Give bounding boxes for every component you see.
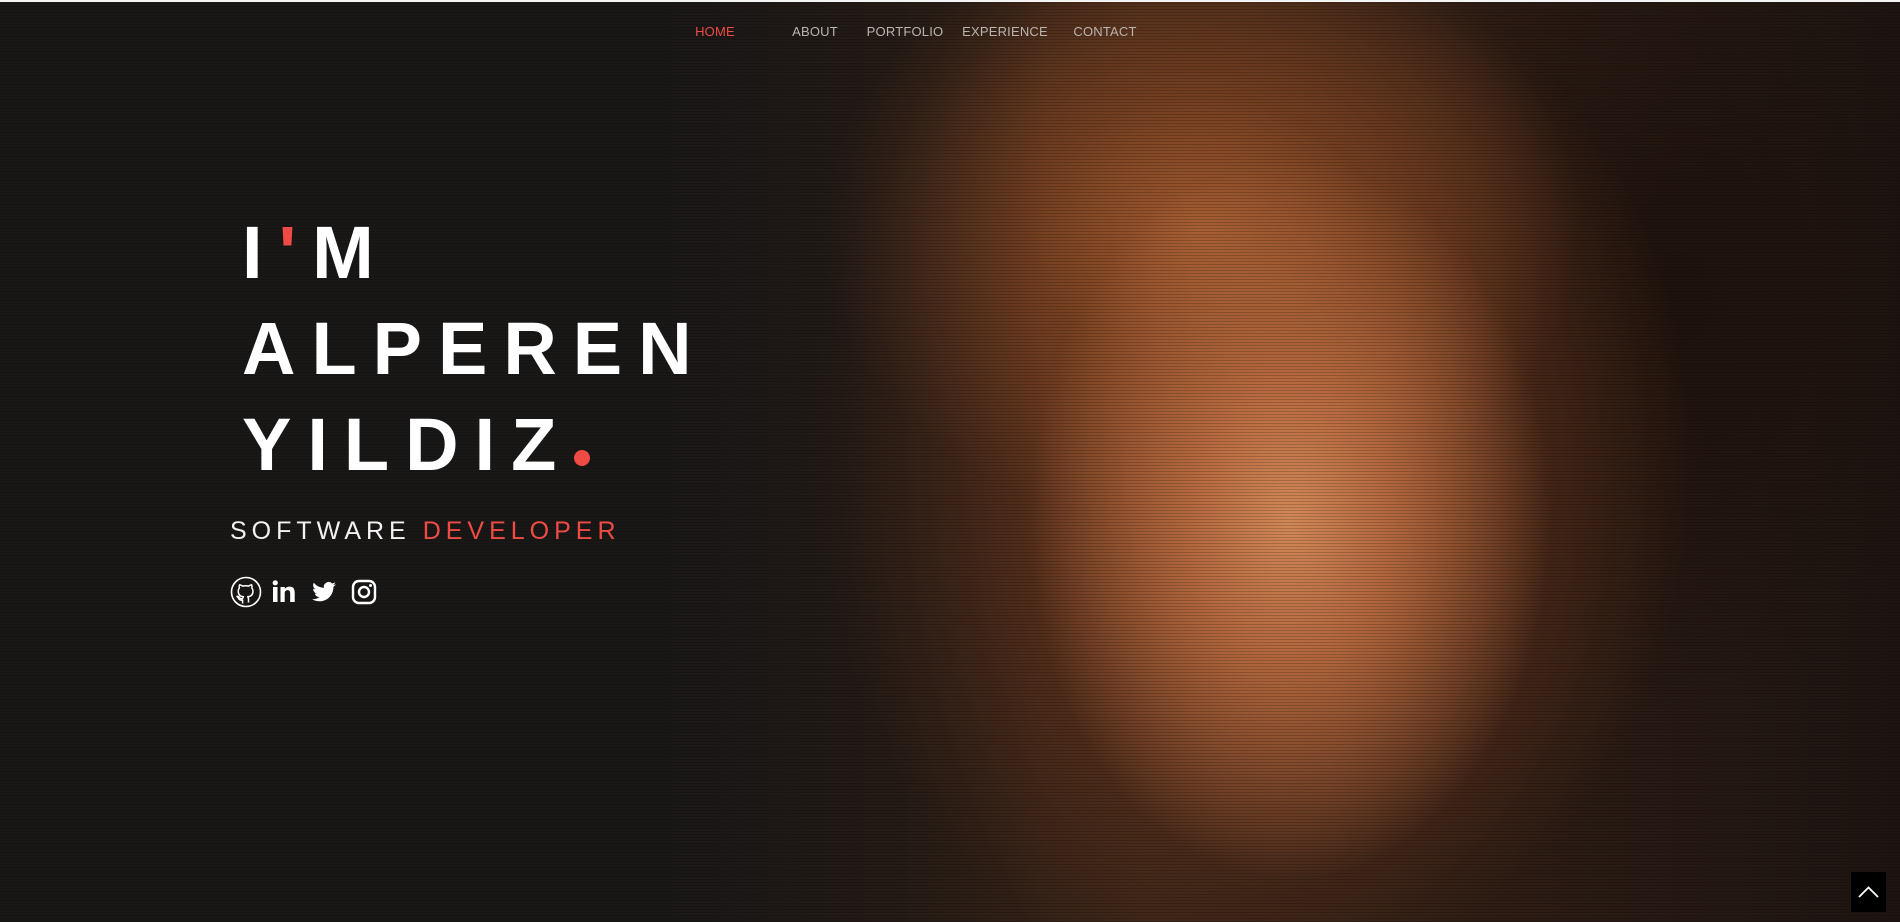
nav-item-experience[interactable]: EXPERIENCE [955, 24, 1055, 39]
subtitle-developer: DEVELOPER [422, 517, 621, 545]
headline-dot [574, 450, 591, 466]
top-border [0, 0, 1900, 2]
subtitle-software: SOFTWARE [230, 517, 411, 545]
linkedin-icon[interactable] [270, 578, 298, 606]
headline-apostrophe: ' [278, 211, 313, 294]
headline-line-3: YILDIZ [242, 397, 708, 493]
headline-line-1: I'M [242, 211, 390, 294]
instagram-icon[interactable] [350, 578, 378, 606]
main-nav: HOME ABOUT PORTFOLIO EXPERIENCE CONTACT [665, 24, 1165, 46]
hero-subtitle: SOFTWARE DEVELOPER [230, 517, 621, 546]
headline-line-2: ALPEREN [242, 307, 708, 390]
chevron-up-icon [1858, 886, 1879, 898]
nav-item-about[interactable]: ABOUT [765, 24, 865, 39]
hero-headline: I'M ALPEREN YILDIZ [242, 205, 708, 493]
back-to-top-button[interactable] [1851, 872, 1886, 912]
nav-item-portfolio[interactable]: PORTFOLIO [855, 24, 955, 39]
nav-item-contact[interactable]: CONTACT [1055, 24, 1155, 39]
github-icon[interactable] [230, 576, 262, 608]
nav-item-home[interactable]: HOME [665, 24, 765, 39]
page: HOME ABOUT PORTFOLIO EXPERIENCE CONTACT … [0, 0, 1900, 922]
twitter-icon[interactable] [310, 578, 338, 606]
